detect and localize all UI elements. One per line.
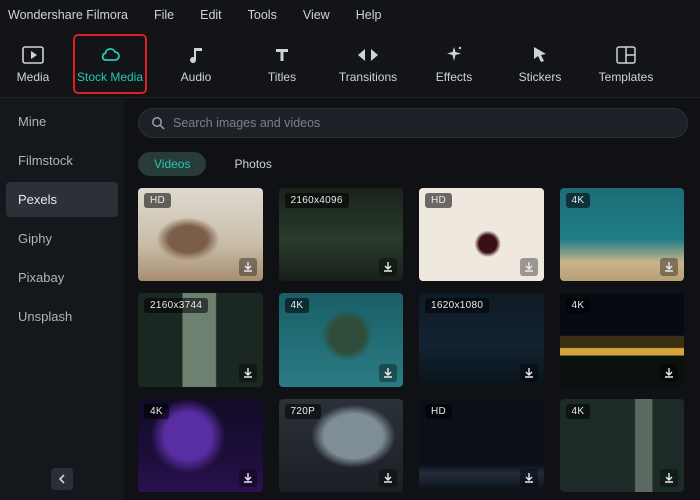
download-button[interactable] — [239, 258, 257, 276]
resolution-badge: 1620x1080 — [425, 298, 489, 313]
media-grid: HD 2160x4096 HD 4K 2160x3744 4K — [138, 188, 688, 500]
resolution-badge: 4K — [566, 404, 591, 419]
media-card[interactable]: HD — [419, 399, 544, 492]
tab-templates-label: Templates — [599, 70, 654, 84]
resolution-badge: 4K — [566, 193, 591, 208]
download-button[interactable] — [379, 364, 397, 382]
download-icon — [382, 367, 394, 379]
download-button[interactable] — [660, 364, 678, 382]
resolution-badge: 2160x3744 — [144, 298, 208, 313]
resolution-badge: 4K — [285, 298, 310, 313]
tab-media[interactable]: Media — [6, 35, 60, 93]
download-icon — [382, 261, 394, 273]
tab-videos[interactable]: Videos — [138, 152, 206, 176]
tab-effects-label: Effects — [436, 70, 472, 84]
tab-effects[interactable]: Effects — [418, 35, 490, 93]
transitions-icon — [357, 44, 379, 66]
media-card[interactable]: 4K — [279, 293, 404, 386]
search-bar[interactable] — [138, 108, 688, 138]
tab-stock-media-label: Stock Media — [77, 70, 143, 84]
app-title: Wondershare Filmora — [8, 8, 128, 22]
menu-tools[interactable]: Tools — [248, 8, 277, 22]
sidebar-item-pexels[interactable]: Pexels — [6, 182, 118, 217]
text-icon — [273, 44, 291, 66]
resolution-badge: 4K — [144, 404, 169, 419]
menu-help[interactable]: Help — [356, 8, 382, 22]
resolution-badge: HD — [425, 193, 452, 208]
search-icon — [151, 116, 165, 130]
menu-edit[interactable]: Edit — [200, 8, 222, 22]
media-card[interactable]: 2160x3744 — [138, 293, 263, 386]
media-card[interactable]: 4K — [560, 293, 685, 386]
download-button[interactable] — [660, 469, 678, 487]
download-icon — [382, 472, 394, 484]
content-panel: Videos Photos HD 2160x4096 HD 4K 2160x37… — [124, 98, 700, 500]
cloud-icon — [98, 44, 122, 66]
cursor-icon — [531, 44, 549, 66]
download-button[interactable] — [520, 469, 538, 487]
sidebar-collapse-button[interactable] — [51, 468, 73, 490]
tab-templates[interactable]: Templates — [590, 35, 662, 93]
tab-stock-media[interactable]: Stock Media — [74, 35, 146, 93]
tab-photos[interactable]: Photos — [218, 152, 287, 176]
media-card[interactable]: HD — [419, 188, 544, 281]
tab-transitions[interactable]: Transitions — [332, 35, 404, 93]
media-type-tabs: Videos Photos — [138, 152, 688, 176]
sparkle-icon — [444, 44, 464, 66]
resolution-badge: 4K — [566, 298, 591, 313]
sidebar-item-filmstock[interactable]: Filmstock — [6, 143, 118, 178]
resolution-badge: 720P — [285, 404, 322, 419]
tab-titles[interactable]: Titles — [246, 35, 318, 93]
tab-transitions-label: Transitions — [339, 70, 397, 84]
download-button[interactable] — [379, 469, 397, 487]
download-button[interactable] — [520, 364, 538, 382]
download-icon — [242, 261, 254, 273]
download-button[interactable] — [239, 469, 257, 487]
download-icon — [523, 472, 535, 484]
sidebar-item-giphy[interactable]: Giphy — [6, 221, 118, 256]
resolution-badge: HD — [425, 404, 452, 419]
sidebar: Mine Filmstock Pexels Giphy Pixabay Unsp… — [0, 98, 124, 500]
resolution-badge: HD — [144, 193, 171, 208]
download-button[interactable] — [660, 258, 678, 276]
sidebar-item-mine[interactable]: Mine — [6, 104, 118, 139]
music-note-icon — [187, 44, 205, 66]
resolution-badge: 2160x4096 — [285, 193, 349, 208]
layout-icon — [616, 44, 636, 66]
media-card[interactable]: 4K — [560, 399, 685, 492]
media-card[interactable]: 4K — [138, 399, 263, 492]
chevron-left-icon — [58, 474, 66, 484]
menu-file[interactable]: File — [154, 8, 174, 22]
download-icon — [663, 472, 675, 484]
download-icon — [663, 367, 675, 379]
media-card[interactable]: 1620x1080 — [419, 293, 544, 386]
download-icon — [523, 261, 535, 273]
sidebar-item-pixabay[interactable]: Pixabay — [6, 260, 118, 295]
media-card[interactable]: 4K — [560, 188, 685, 281]
sidebar-item-unsplash[interactable]: Unsplash — [6, 299, 118, 334]
media-card[interactable]: 2160x4096 — [279, 188, 404, 281]
tab-audio-label: Audio — [181, 70, 212, 84]
main-area: Mine Filmstock Pexels Giphy Pixabay Unsp… — [0, 98, 700, 500]
tab-titles-label: Titles — [268, 70, 296, 84]
download-button[interactable] — [239, 364, 257, 382]
download-icon — [523, 367, 535, 379]
media-card[interactable]: HD — [138, 188, 263, 281]
media-icon — [22, 44, 44, 66]
search-input[interactable] — [173, 116, 675, 130]
tab-audio[interactable]: Audio — [160, 35, 232, 93]
media-card[interactable]: 720P — [279, 399, 404, 492]
menu-view[interactable]: View — [303, 8, 330, 22]
download-icon — [242, 472, 254, 484]
tab-media-label: Media — [17, 70, 50, 84]
download-button[interactable] — [379, 258, 397, 276]
tab-stickers[interactable]: Stickers — [504, 35, 576, 93]
download-button[interactable] — [520, 258, 538, 276]
download-icon — [663, 261, 675, 273]
menu-bar: Wondershare Filmora File Edit Tools View… — [0, 0, 700, 30]
download-icon — [242, 367, 254, 379]
toolbar: Media Stock Media Audio Titles Transitio… — [0, 30, 700, 98]
tab-stickers-label: Stickers — [519, 70, 562, 84]
